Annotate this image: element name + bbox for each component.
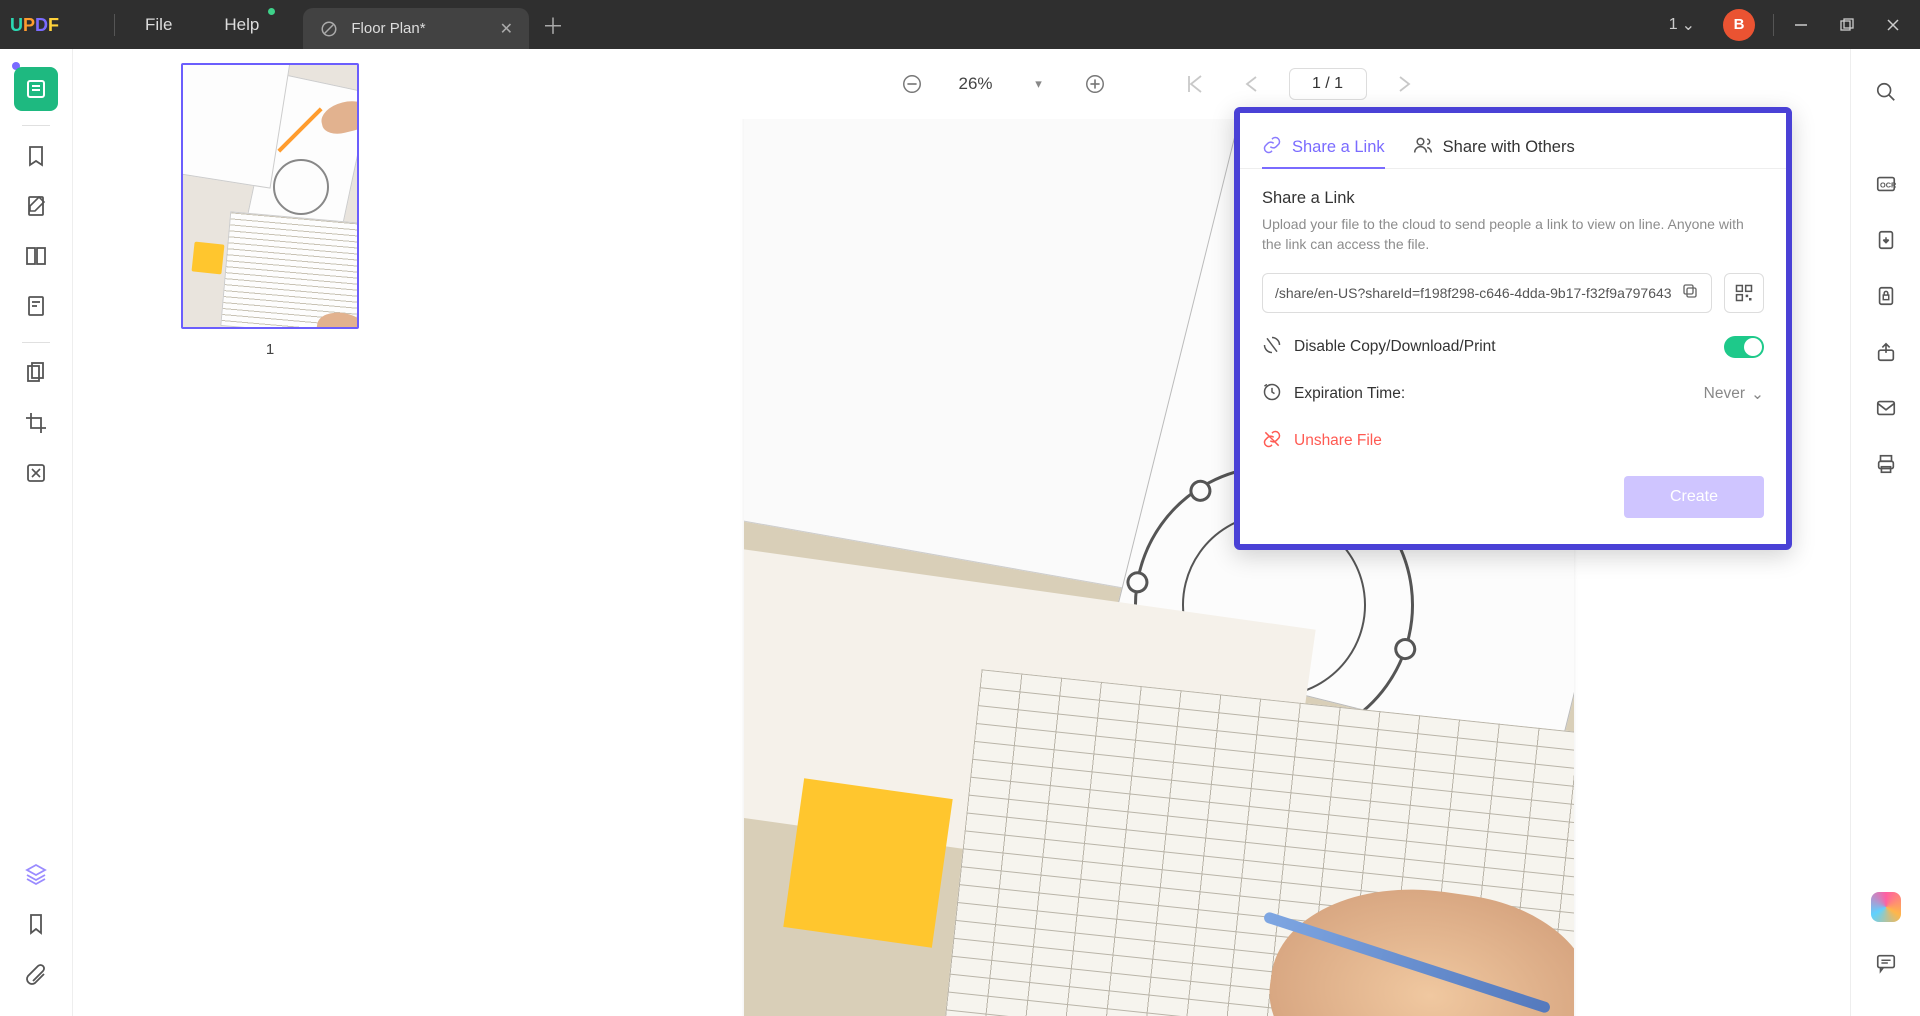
protect-button[interactable] [1869, 279, 1903, 313]
copy-link-button[interactable] [1681, 282, 1699, 303]
zoom-dropdown[interactable]: ▾ [1021, 66, 1057, 102]
tab-label: Floor Plan* [351, 20, 425, 37]
share-link-field[interactable]: /share/en-US?shareId=f198f298-c646-4dda-… [1262, 273, 1712, 313]
ai-assistant-button[interactable] [1869, 890, 1903, 924]
thumbnail-number: 1 [266, 341, 274, 358]
email-button[interactable] [1869, 391, 1903, 425]
page-value: 1 / 1 [1312, 75, 1343, 93]
right-rail: OCR [1850, 49, 1920, 1016]
caret-down-icon: ▾ [1035, 76, 1042, 92]
svg-text:OCR: OCR [1880, 181, 1897, 190]
search-button[interactable] [1869, 75, 1903, 109]
window-count[interactable]: 1⌄ [1655, 15, 1709, 35]
clock-icon [1262, 382, 1282, 407]
unshare-label: Unshare File [1294, 432, 1382, 450]
tab-share-others[interactable]: Share with Others [1413, 127, 1575, 168]
expiration-value: Never [1704, 385, 1745, 403]
zoom-value: 26% [950, 74, 1000, 94]
tab-strip: Floor Plan* ✕ ＋ [303, 0, 569, 49]
layers-button[interactable] [14, 852, 58, 896]
share-button[interactable] [1869, 335, 1903, 369]
bookmarks-button[interactable] [14, 902, 58, 946]
share-tab-bar: Share a Link Share with Others [1240, 113, 1786, 169]
organize-pages-button[interactable] [14, 234, 58, 278]
expiration-dropdown[interactable]: Never ⌄ [1704, 385, 1764, 404]
svg-text:UPDF: UPDF [10, 15, 59, 35]
edit-pdf-button[interactable] [14, 184, 58, 228]
app-body: 1 26% ▾ 1 / 1 [0, 49, 1920, 1016]
comment-tool-button[interactable] [14, 134, 58, 178]
app-logo: UPDF [0, 15, 110, 35]
unshare-button[interactable]: Unshare File [1262, 429, 1764, 454]
left-rail [0, 49, 73, 1016]
maximize-button[interactable] [1824, 0, 1870, 49]
convert-button[interactable] [1869, 223, 1903, 257]
crop-tool-button[interactable] [14, 401, 58, 445]
print-button[interactable] [1869, 447, 1903, 481]
attachments-button[interactable] [14, 952, 58, 996]
divider [1773, 14, 1774, 36]
disable-copy-toggle[interactable] [1724, 336, 1764, 358]
rail-divider [22, 342, 50, 343]
tab-share-link-label: Share a Link [1292, 138, 1385, 157]
qr-code-button[interactable] [1724, 273, 1764, 313]
create-label: Create [1670, 488, 1718, 505]
update-dot-icon [268, 8, 275, 15]
page-tools-button[interactable] [14, 351, 58, 395]
minimize-button[interactable] [1778, 0, 1824, 49]
divider [114, 14, 115, 36]
menu-help[interactable]: Help [198, 0, 285, 49]
ocr-button[interactable]: OCR [1869, 167, 1903, 201]
page-thumbnail[interactable] [181, 63, 359, 329]
chevron-down-icon: ⌄ [1751, 385, 1764, 404]
unsaved-icon [319, 19, 339, 39]
people-icon [1413, 135, 1433, 160]
document-area: 26% ▾ 1 / 1 [467, 49, 1850, 1016]
share-panel: Share a Link Share with Others Share a L… [1234, 107, 1792, 550]
menu-file-label: File [145, 15, 172, 35]
zoom-out-button[interactable] [894, 66, 930, 102]
restrict-icon [1262, 335, 1282, 360]
new-tab-button[interactable]: ＋ [537, 9, 569, 41]
avatar[interactable]: B [1723, 9, 1755, 41]
chevron-down-icon: ⌄ [1682, 15, 1695, 35]
thumbnail-panel: 1 [73, 49, 467, 1016]
unlink-icon [1262, 429, 1282, 454]
close-window-button[interactable] [1870, 0, 1916, 49]
menu-help-label: Help [224, 15, 259, 35]
page-input[interactable]: 1 / 1 [1289, 68, 1367, 100]
reader-mode-button[interactable] [14, 67, 58, 111]
title-bar: UPDF File Help Floor Plan* ✕ ＋ 1⌄ B [0, 0, 1920, 49]
disable-copy-label: Disable Copy/Download/Print [1294, 338, 1496, 356]
share-heading: Share a Link [1262, 189, 1764, 208]
document-tab[interactable]: Floor Plan* ✕ [303, 8, 529, 49]
next-page-button[interactable] [1387, 66, 1423, 102]
expiration-label: Expiration Time: [1294, 385, 1405, 403]
comment-panel-button[interactable] [1869, 946, 1903, 980]
tools-button[interactable] [14, 284, 58, 328]
first-page-button[interactable] [1177, 66, 1213, 102]
tab-share-link[interactable]: Share a Link [1262, 127, 1385, 168]
share-link-value: /share/en-US?shareId=f198f298-c646-4dda-… [1275, 285, 1672, 301]
create-button[interactable]: Create [1624, 476, 1764, 518]
tab-share-others-label: Share with Others [1443, 138, 1575, 157]
prev-page-button[interactable] [1233, 66, 1269, 102]
redact-tool-button[interactable] [14, 451, 58, 495]
window-count-value: 1 [1669, 16, 1678, 34]
close-tab-icon[interactable]: ✕ [500, 19, 513, 39]
menu-file[interactable]: File [119, 0, 198, 49]
rail-divider [22, 125, 50, 126]
share-description: Upload your file to the cloud to send pe… [1262, 214, 1764, 255]
zoom-in-button[interactable] [1077, 66, 1113, 102]
avatar-letter: B [1734, 16, 1745, 33]
link-icon [1262, 135, 1282, 160]
